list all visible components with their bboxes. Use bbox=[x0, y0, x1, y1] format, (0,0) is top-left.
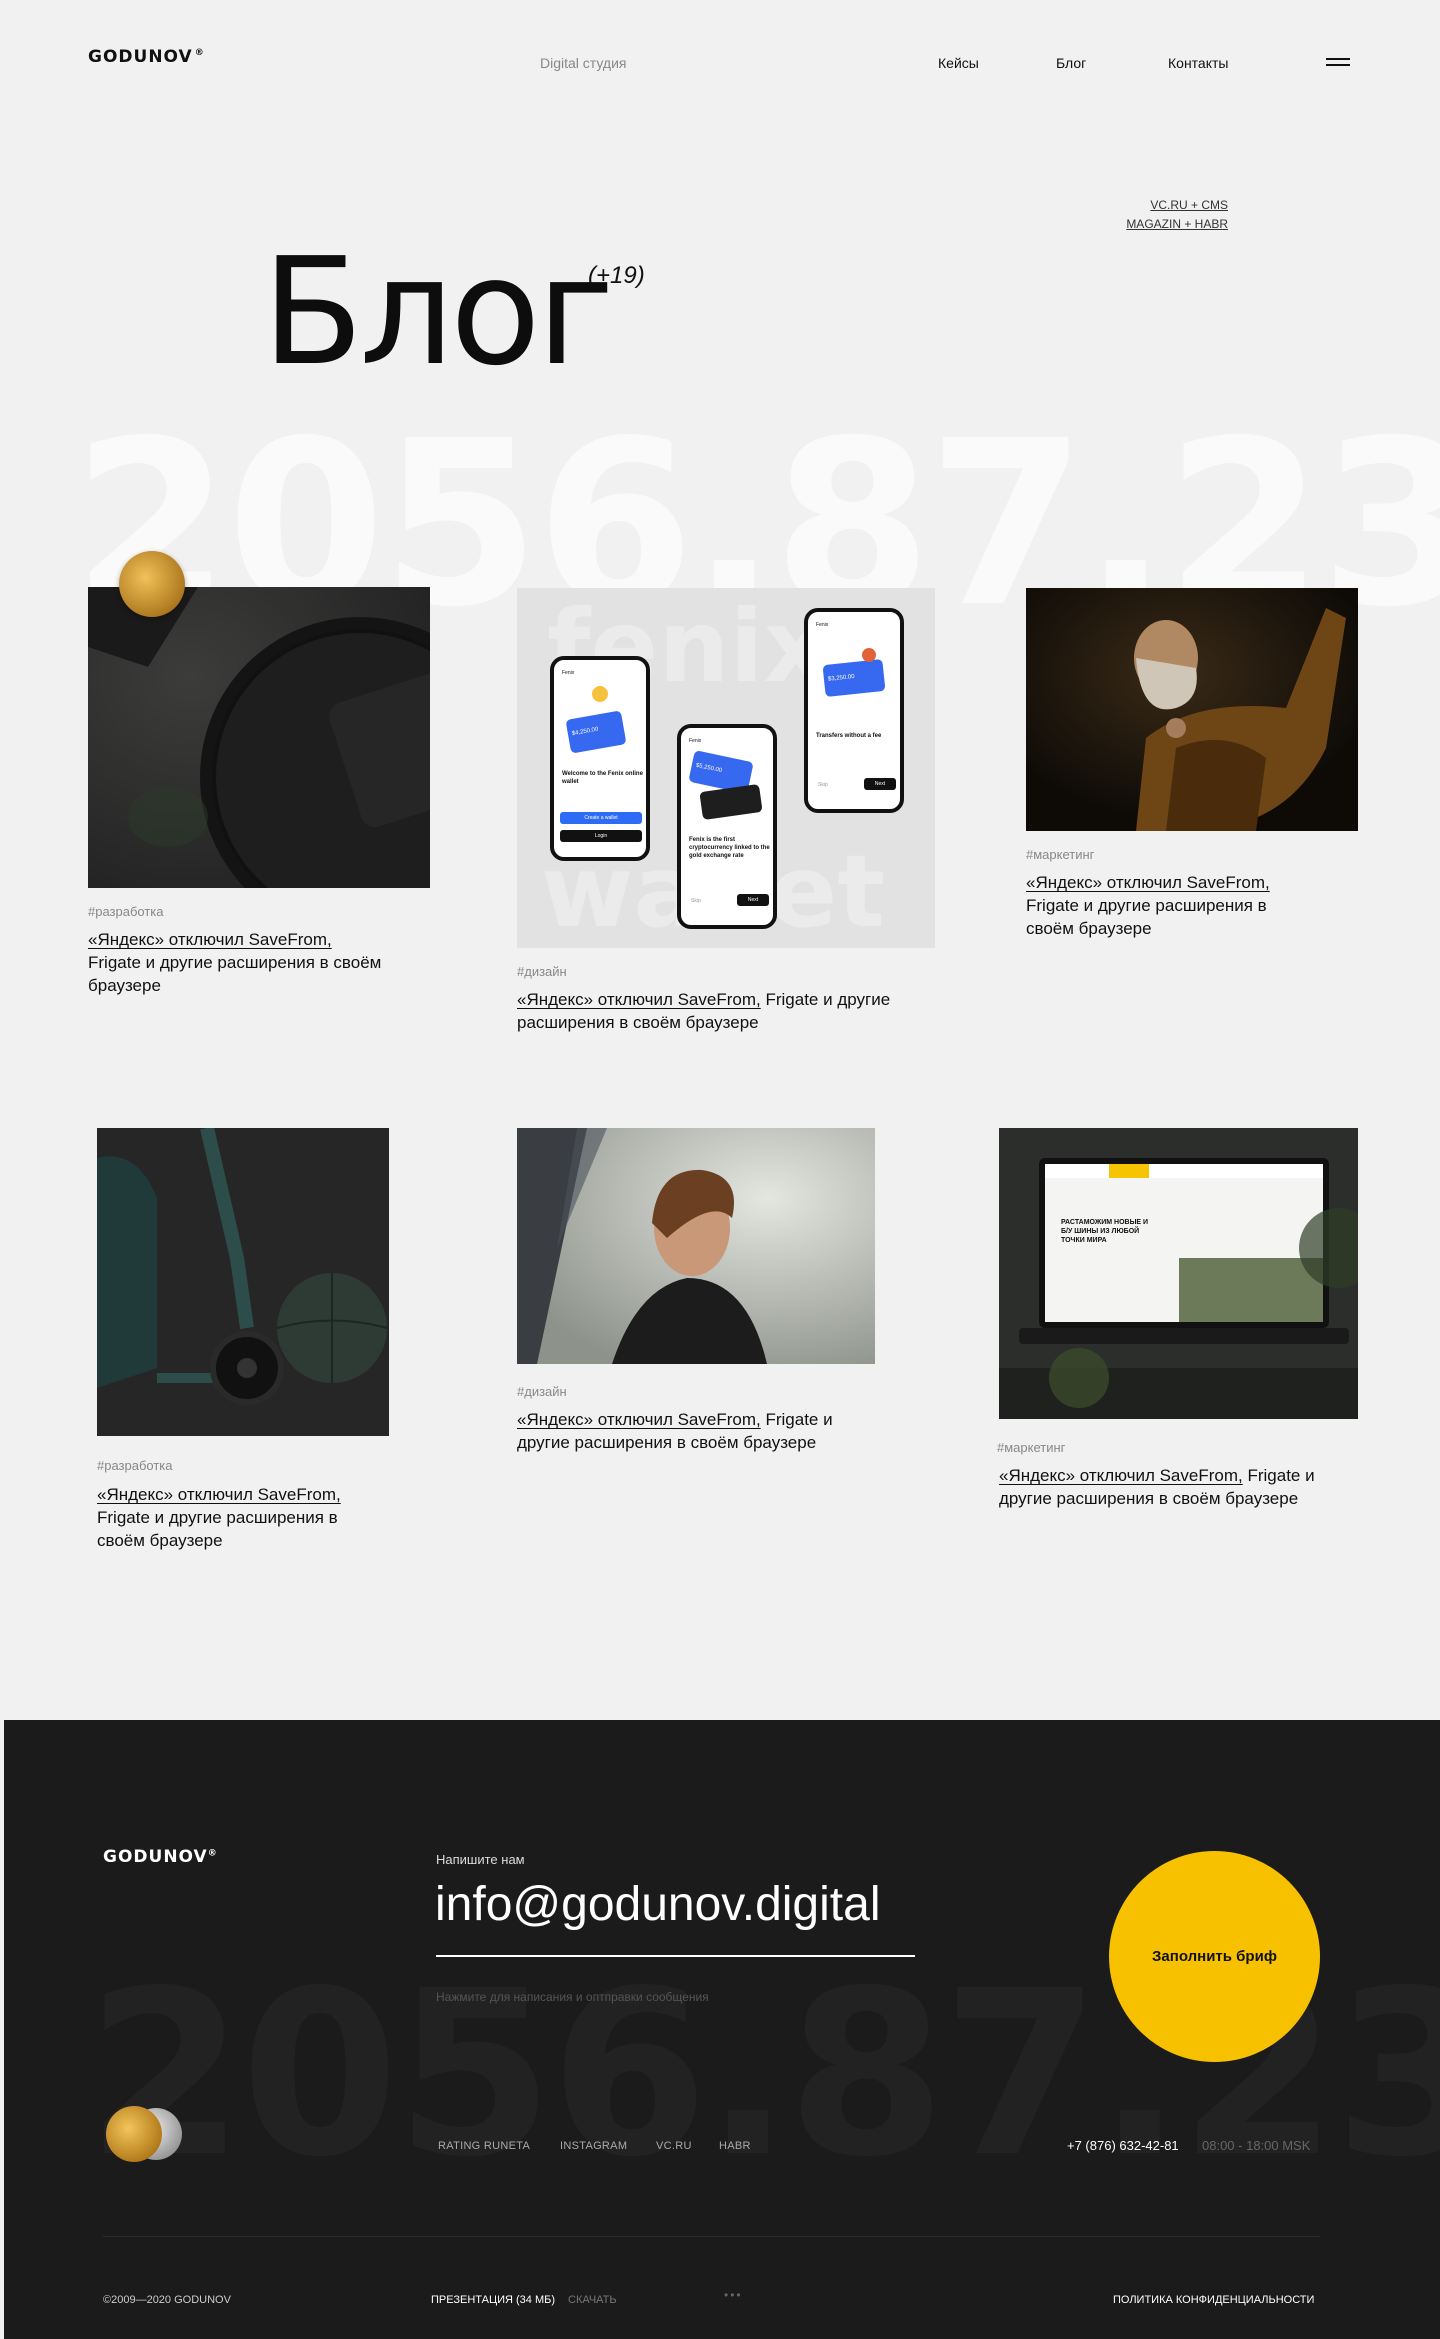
wallet-card: $3,250.00 bbox=[822, 658, 886, 698]
post-image-laptop[interactable]: РАСТАМОЖИМ НОВЫЕ И Б/У ШИНЫ ИЗ ЛЮБОЙ ТОЧ… bbox=[999, 1128, 1358, 1419]
post-title-link[interactable]: «Яндекс» отключил SaveFrom, bbox=[517, 990, 761, 1009]
post-title[interactable]: «Яндекс» отключил SaveFrom, Frigate и др… bbox=[517, 988, 917, 1034]
phone-brand: Fenix bbox=[816, 622, 829, 628]
footer-link-vcru[interactable]: VC.RU bbox=[656, 2140, 692, 2152]
email-hint: Нажмите для написания и оптправки сообще… bbox=[436, 1990, 709, 2004]
download-link[interactable]: СКАЧАТЬ bbox=[568, 2294, 617, 2306]
wallet-card-dark bbox=[699, 783, 763, 821]
footer-link-instagram[interactable]: INSTAGRAM bbox=[560, 2140, 627, 2152]
post-image-painting[interactable] bbox=[1026, 588, 1358, 831]
post-image-fenix-app[interactable]: fenix wallet Fenix $4,250.00 Welcome to … bbox=[517, 588, 935, 948]
post-tag[interactable]: #маркетинг bbox=[1026, 847, 1094, 862]
post-title-rest: Frigate и другие расширения в своём брау… bbox=[1026, 896, 1267, 938]
hamburger-icon[interactable] bbox=[1326, 58, 1350, 68]
post-title[interactable]: «Яндекс» отключил SaveFrom, Frigate и др… bbox=[517, 1408, 857, 1454]
laptop-site-headline: РАСТАМОЖИМ НОВЫЕ И Б/У ШИНЫ ИЗ ЛЮБОЙ ТОЧ… bbox=[1061, 1219, 1149, 1244]
working-hours: 08:00 - 18:00 MSK bbox=[1202, 2138, 1311, 2153]
post-count: (+19) bbox=[588, 262, 645, 289]
laptop-illustration bbox=[999, 1128, 1358, 1419]
phone-button: Login bbox=[560, 830, 642, 842]
wallet-card: $4,250.00 bbox=[565, 710, 627, 754]
logo-mark: ® bbox=[194, 48, 205, 59]
painting-illustration bbox=[1026, 588, 1358, 831]
post-title[interactable]: «Яндекс» отключил SaveFrom, Frigate и дру… bbox=[97, 1483, 357, 1552]
phone-mockup: Fenix $3,250.00 Transfers without a fee … bbox=[804, 608, 904, 813]
moon-icon bbox=[592, 686, 608, 702]
tagline: Digital студия bbox=[540, 55, 627, 71]
email-link[interactable]: info@godunov.digital bbox=[435, 1877, 880, 1932]
coins-decoration bbox=[100, 2104, 195, 2164]
post-image-robot-vacuum[interactable] bbox=[88, 587, 430, 888]
post-title[interactable]: «Яндекс» отключил SaveFrom, Frigate и др… bbox=[999, 1464, 1339, 1510]
phone-heading: Welcome to the Fenix online wallet bbox=[562, 771, 643, 785]
footer-logo[interactable]: GODUNOV® bbox=[103, 1847, 218, 1867]
presentation-label: ПРЕЗЕНТАЦИЯ (34 МБ) bbox=[431, 2294, 555, 2306]
footer-divider bbox=[103, 2236, 1320, 2237]
scooter-illustration bbox=[97, 1128, 389, 1436]
post-tag[interactable]: #маркетинг bbox=[997, 1440, 1065, 1455]
phone-skip: Skip bbox=[818, 782, 828, 788]
phone-skip: Skip bbox=[691, 898, 701, 904]
post-title-link[interactable]: «Яндекс» отключил SaveFrom, bbox=[97, 1485, 341, 1504]
email-underline bbox=[436, 1955, 915, 1957]
coin-icon bbox=[862, 648, 876, 662]
post-title-link[interactable]: «Яндекс» отключил SaveFrom, bbox=[517, 1410, 761, 1429]
copyright: ©2009—2020 GODUNOV bbox=[103, 2294, 231, 2306]
phone-mockup: Fenix $4,250.00 Welcome to the Fenix onl… bbox=[550, 656, 650, 861]
nav-contacts[interactable]: Контакты bbox=[1168, 55, 1228, 71]
nav-cases[interactable]: Кейсы bbox=[938, 55, 979, 71]
phone-button: Next bbox=[864, 778, 896, 790]
more-dots-icon[interactable]: ••• bbox=[724, 2288, 743, 2302]
post-image-scooter[interactable] bbox=[97, 1128, 389, 1436]
post-title[interactable]: «Яндекс» отключил SaveFrom, Frigate и дру… bbox=[1026, 871, 1286, 940]
logo-text: GODUNOV bbox=[88, 47, 193, 67]
coin-decoration bbox=[119, 551, 185, 617]
post-title-link[interactable]: «Яндекс» отключил SaveFrom, bbox=[1026, 873, 1270, 892]
post-title-rest: Frigate и другие расширения в своём брау… bbox=[88, 953, 382, 995]
footer-link-rating-runeta[interactable]: RATING RUNETA bbox=[438, 2140, 530, 2152]
write-us-label: Напишите нам bbox=[436, 1852, 525, 1867]
phone-brand: Fenix bbox=[689, 738, 702, 744]
robot-vacuum-illustration bbox=[88, 587, 430, 888]
footer-link-habr[interactable]: HABR bbox=[719, 2140, 751, 2152]
post-tag[interactable]: #разработка bbox=[97, 1458, 173, 1473]
logo[interactable]: GODUNOV ® bbox=[88, 47, 205, 67]
post-tag[interactable]: #дизайн bbox=[517, 1384, 567, 1399]
hero-tag[interactable]: VC.RU + CMS bbox=[1080, 196, 1228, 215]
footer-logo-text: GODUNOV bbox=[103, 1847, 208, 1867]
phone-heading: Transfers without a fee bbox=[816, 733, 882, 739]
post-image-portrait[interactable] bbox=[517, 1128, 875, 1364]
hero-tags: VC.RU + CMS MAGAZIN + HABR bbox=[1080, 196, 1228, 234]
post-title[interactable]: «Яндекс» отключил SaveFrom, Frigate и дру… bbox=[88, 928, 408, 997]
nav-blog[interactable]: Блог bbox=[1056, 55, 1086, 71]
phone-link[interactable]: +7 (876) 632-42-81 bbox=[1067, 2138, 1179, 2153]
footer: 2056.87.23 GODUNOV® Напишите нам info@go… bbox=[4, 1720, 1440, 2339]
fill-brief-button[interactable]: Заполнить бриф bbox=[1109, 1851, 1320, 2062]
phone-heading: Fenix is the first cryptocurrency linked… bbox=[689, 837, 770, 859]
post-title-link[interactable]: «Яндекс» отключил SaveFrom, bbox=[999, 1466, 1243, 1485]
portrait-illustration bbox=[517, 1128, 875, 1364]
phone-button: Next bbox=[737, 894, 769, 906]
footer-logo-mark: ® bbox=[207, 1848, 218, 1859]
phone-mockup: Fenix $5,250.00 Fenix is the first crypt… bbox=[677, 724, 777, 929]
privacy-policy-link[interactable]: ПОЛИТИКА КОНФИДЕНЦИАЛЬНОСТИ bbox=[1113, 2294, 1314, 2306]
post-title-rest: Frigate и другие расширения в своём брау… bbox=[97, 1508, 338, 1550]
post-title-link[interactable]: «Яндекс» отключил SaveFrom, bbox=[88, 930, 332, 949]
phone-button: Create a wallet bbox=[560, 812, 642, 824]
phone-brand: Fenix bbox=[562, 670, 575, 676]
post-tag[interactable]: #дизайн bbox=[517, 964, 567, 979]
hero-tag[interactable]: MAGAZIN + HABR bbox=[1080, 215, 1228, 234]
post-tag[interactable]: #разработка bbox=[88, 904, 164, 919]
page-title: Блог bbox=[262, 226, 614, 398]
